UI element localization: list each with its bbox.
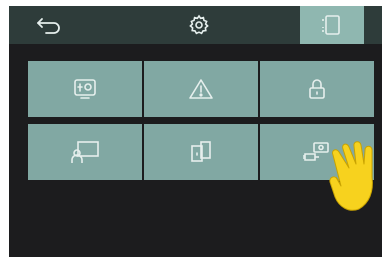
door-panel-icon bbox=[187, 139, 215, 165]
warning-triangle-icon bbox=[187, 77, 215, 101]
padlock-icon bbox=[306, 77, 328, 101]
tile-warning[interactable] bbox=[144, 61, 258, 117]
device-screen bbox=[9, 6, 382, 257]
tile-door-panel[interactable] bbox=[144, 124, 258, 180]
user-screen-icon bbox=[69, 139, 101, 165]
rotate-device-icon bbox=[321, 13, 343, 37]
camera-plug-icon bbox=[301, 139, 333, 165]
rotate-tab-button[interactable] bbox=[300, 6, 364, 44]
top-bar bbox=[9, 6, 382, 44]
tile-user-screen[interactable] bbox=[28, 124, 142, 180]
back-button[interactable] bbox=[9, 6, 89, 44]
tile-diagnostics[interactable] bbox=[28, 61, 142, 117]
tile-lock[interactable] bbox=[260, 61, 374, 117]
gear-icon bbox=[188, 14, 210, 36]
back-arrow-icon bbox=[35, 15, 63, 35]
tile-camera-plug[interactable] bbox=[260, 124, 374, 180]
diagnostics-panel-icon bbox=[72, 77, 98, 101]
settings-button[interactable] bbox=[159, 6, 239, 44]
